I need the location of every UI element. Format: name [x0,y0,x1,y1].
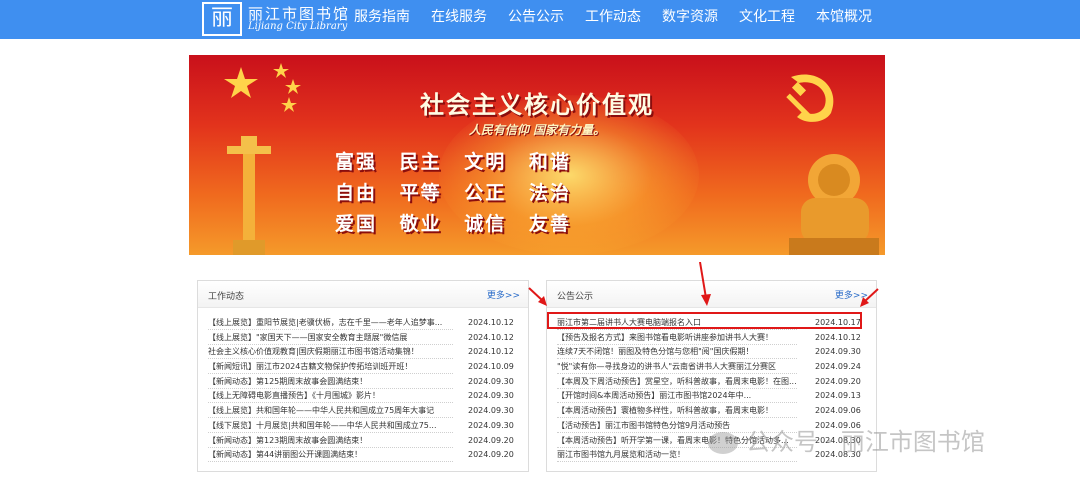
news-link[interactable]: 【线上展览】共和国年轮——中华人民共和国成立75周年大事记 [208,404,453,419]
banner-values-row-1: 富强 民主 文明 和谐 [335,151,571,173]
list-item: "悦"读有你—寻找身边的讲书人"云南省讲书人大赛丽江分赛区 2024.09.24 [547,360,876,375]
list-item: 【新闻动态】第44讲丽图公开课圆满结束！ 2024.09.20 [198,448,528,463]
work-news-more-link[interactable]: 更多>> [487,288,520,301]
list-item: 【线上展览】"家国天下——国家安全教育主题展"微信展 2024.10.12 [198,331,528,346]
announcement-link[interactable]: 【本周及下周活动预告】赏星空，听科普故事，看周末电影！在图... [557,375,797,389]
news-date: 2024.09.20 [468,450,514,460]
news-link[interactable]: 【线上展览】重阳节展览|老骥伏枥，志在千里——老年人追梦事... [208,316,453,330]
news-link[interactable]: 【线上无障碍电影直播预告】《十月围城》影片！ [208,389,453,404]
list-item: 【线上展览】共和国年轮——中华人民共和国成立75周年大事记 2024.09.30 [198,404,528,419]
core-values-banner[interactable]: 社会主义核心价值观 人民有信仰 国家有力量。 富强 民主 文明 和谐 自由 平等… [189,55,885,255]
announcement-link[interactable]: 【预告及报名方式】来图书馆看电影听讲座参加讲书人大赛！ [557,331,797,345]
watermark-separator: · [818,428,841,456]
news-link[interactable]: 【线下展览】十月展览|共和国年轮——中华人民共和国成立75... [208,419,453,433]
huabiao-pillar-icon [227,136,271,255]
list-item: 连续7天不闭馆！丽图及特色分馆与您相"阅"国庆假期！ 2024.09.30 [547,345,876,360]
stone-lion-icon [789,154,879,255]
library-logo-icon[interactable]: 丽 [202,2,242,36]
list-item: 【本周活动预告】寰植物多样性，听科普故事，看周末电影！ 2024.09.06 [547,404,876,419]
announcement-date: 2024.09.13 [815,391,861,401]
announcements-title: 公告公示 [557,292,594,302]
wechat-icon [708,432,738,454]
announcement-date: 2024.09.24 [815,362,861,372]
news-date: 2024.09.20 [468,435,514,445]
nav-item-announcements[interactable]: 公告公示 [508,0,564,39]
list-item: 【线上展览】重阳节展览|老骥伏枥，志在千里——老年人追梦事... 2024.10.… [198,316,528,331]
nav-item-digital-resources[interactable]: 数字资源 [662,0,718,39]
work-news-header: 工作动态 更多>> [198,281,528,308]
nav-item-about-library[interactable]: 本馆概况 [816,0,872,39]
news-link[interactable]: 【新闻动态】第44讲丽图公开课圆满结束！ [208,448,453,463]
news-date: 2024.09.30 [468,376,514,386]
nav-item-culture-projects[interactable]: 文化工程 [739,0,795,39]
nav-item-service-guide[interactable]: 服务指南 [354,0,410,39]
highlight-box [547,312,862,329]
list-item: 【预告及报名方式】来图书馆看电影听讲座参加讲书人大赛！ 2024.10.12 [547,331,876,346]
banner-subtitle: 人民有信仰 国家有力量。 [468,123,606,137]
news-link[interactable]: 【新闻短讯】丽江市2024古籍文物保护传拓培训班开班！ [208,360,453,375]
work-news-panel: 工作动态 更多>> 【线上展览】重阳节展览|老骥伏枥，志在千里——老年人追梦事.… [197,280,529,472]
list-item: 【线下展览】十月展览|共和国年轮——中华人民共和国成立75... 2024.09.… [198,419,528,434]
announcement-date: 2024.09.20 [815,376,861,386]
news-link[interactable]: 社会主义核心价值观教育|国庆假期丽江市图书馆活动集锦！ [208,345,453,360]
list-item: 社会主义核心价值观教育|国庆假期丽江市图书馆活动集锦！ 2024.10.12 [198,345,528,360]
news-link[interactable]: 【新闻动态】第123期周末故事会圆满结束！ [208,434,453,448]
banner-title: 社会主义核心价值观 [420,91,654,119]
list-item: 【开馆时间&本周活动预告】丽江市图书馆2024年中... 2024.09.13 [547,389,876,404]
announcement-date: 2024.09.30 [815,347,861,357]
watermark-account: 公众号 [746,428,818,456]
main-nav: 服务指南 在线服务 公告公示 工作动态 数字资源 文化工程 本馆概况 [354,0,893,39]
list-item: 【线上无障碍电影直播预告】《十月围城》影片！ 2024.09.30 [198,389,528,404]
red-arrow-right-more-icon [860,288,879,307]
work-news-title: 工作动态 [208,292,245,302]
news-date: 2024.10.12 [468,318,514,327]
logo-english-name[interactable]: Lijiang City Library [248,21,347,32]
nav-item-work-news[interactable]: 工作动态 [585,0,641,39]
news-date: 2024.10.12 [468,347,514,357]
news-date: 2024.10.12 [468,332,514,342]
announcement-link[interactable]: 连续7天不闭馆！丽图及特色分馆与您相"阅"国庆假期！ [557,345,797,360]
announcement-link[interactable]: 【本周活动预告】寰植物多样性，听科普故事，看周末电影！ [557,404,797,419]
news-link[interactable]: 【新闻动态】第125期周末故事会圆满结束！ [208,375,453,389]
announcement-date: 2024.09.06 [815,406,861,416]
banner-values-row-3: 爱国 敬业 诚信 友善 [335,213,571,235]
news-link[interactable]: 【线上展览】"家国天下——国家安全教育主题展"微信展 [208,331,453,345]
watermark-name: 丽江市图书馆 [840,428,985,456]
news-date: 2024.09.30 [468,391,514,401]
work-news-list: 【线上展览】重阳节展览|老骥伏枥，志在千里——老年人追梦事... 2024.10.… [198,316,528,463]
list-item: 【本周及下周活动预告】赏星空，听科普故事，看周末电影！在图... 2024.09.… [547,375,876,390]
banner-values-row-2: 自由 平等 公正 法治 [335,182,571,204]
announcement-date: 2024.10.12 [815,332,861,342]
news-date: 2024.09.30 [468,406,514,416]
nav-item-online-service[interactable]: 在线服务 [431,0,487,39]
red-arrow-left-more-icon [528,287,547,306]
top-navigation-bar: 丽 丽江市图书馆 Lijiang City Library 服务指南 在线服务 … [0,0,1080,39]
red-arrow-down-icon [699,262,711,306]
announcement-link[interactable]: 【开馆时间&本周活动预告】丽江市图书馆2024年中... [557,389,797,404]
news-date: 2024.10.09 [468,362,514,372]
list-item: 【新闻动态】第123期周末故事会圆满结束！ 2024.09.20 [198,434,528,449]
news-date: 2024.09.30 [468,420,514,430]
wechat-watermark: 公众号 · 丽江市图书馆 [708,422,985,457]
list-item: 【新闻短讯】丽江市2024古籍文物保护传拓培训班开班！ 2024.10.09 [198,360,528,375]
list-item: 【新闻动态】第125期周末故事会圆满结束！ 2024.09.30 [198,375,528,390]
announcement-link[interactable]: "悦"读有你—寻找身边的讲书人"云南省讲书人大赛丽江分赛区 [557,360,797,375]
